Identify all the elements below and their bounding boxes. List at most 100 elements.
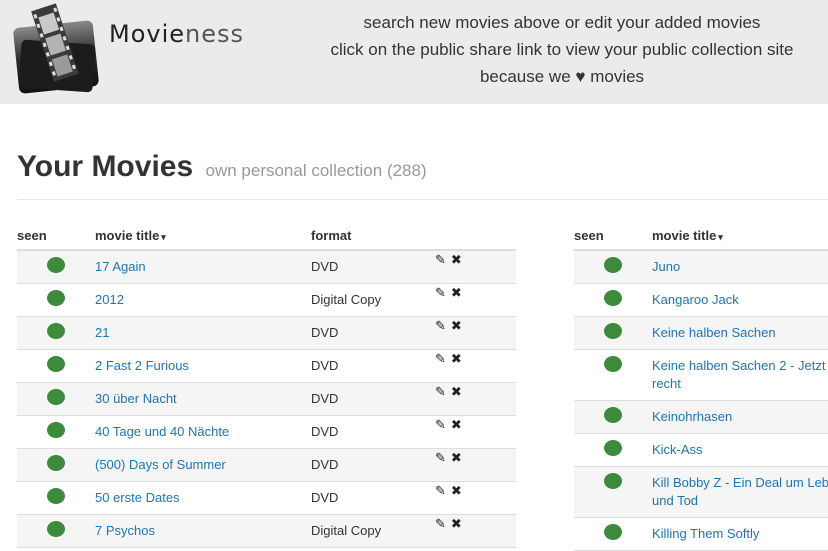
column-header-seen: seen: [17, 221, 95, 251]
edit-pencil-icon[interactable]: ✎: [435, 284, 446, 302]
edit-pencil-icon[interactable]: ✎: [435, 383, 446, 401]
seen-status-indicator[interactable]: [47, 488, 65, 504]
table-row: 50 erste Dates DVD ✎ ✖: [17, 481, 516, 515]
actions-cell: ✎ ✖: [435, 514, 516, 548]
title-cell: Kill Bobby Z - Ein Deal um Leben und Tod: [652, 466, 828, 518]
sort-down-icon[interactable]: ▾: [718, 232, 723, 242]
edit-pencil-icon[interactable]: ✎: [435, 251, 446, 269]
column-header-title-label: movie title: [95, 227, 160, 243]
seen-status-indicator[interactable]: [47, 290, 65, 306]
edit-pencil-icon[interactable]: ✎: [435, 482, 446, 500]
table-row: 7 Psychos Digital Copy ✎ ✖: [17, 514, 516, 548]
page-title-text: Your Movies: [17, 150, 194, 183]
table-row: 40 Tage und 40 Nächte DVD ✎ ✖: [17, 415, 516, 449]
delete-x-icon[interactable]: ✖: [451, 383, 462, 401]
seen-status-indicator[interactable]: [604, 407, 622, 423]
delete-x-icon[interactable]: ✖: [451, 284, 462, 302]
table-header-row: seen movie title ▾ format: [17, 221, 516, 251]
movie-title-link[interactable]: 17 Again: [95, 251, 311, 283]
movie-title-link[interactable]: Juno: [652, 251, 828, 283]
title-cell: Keine halben Sachen 2 - Jetzt erst recht: [652, 349, 828, 401]
movie-title-link[interactable]: Kick-Ass: [652, 434, 828, 466]
seen-status-indicator[interactable]: [47, 356, 65, 372]
delete-x-icon[interactable]: ✖: [451, 416, 462, 434]
delete-x-icon[interactable]: ✖: [451, 449, 462, 467]
title-cell: Juno: [652, 249, 828, 284]
sort-down-icon[interactable]: ▾: [161, 232, 166, 242]
seen-status-indicator[interactable]: [604, 440, 622, 456]
movie-format: DVD: [311, 490, 339, 505]
edit-pencil-icon[interactable]: ✎: [435, 317, 446, 335]
movie-format: Digital Copy: [311, 292, 382, 307]
seen-cell: [17, 382, 95, 416]
movie-title-link[interactable]: 40 Tage und 40 Nächte: [95, 416, 311, 448]
table-row: Kick-Ass: [574, 433, 828, 467]
seen-cell: [574, 400, 652, 434]
seen-status-indicator[interactable]: [47, 323, 65, 339]
page-title: Your Movies own personal collection (288…: [17, 150, 427, 184]
page-subtitle: own personal collection (288): [205, 161, 427, 180]
movieness-logo-icon[interactable]: [12, 2, 108, 98]
logo-text-rest: ness: [185, 20, 245, 48]
table-row: Keinohrhasen: [574, 400, 828, 434]
movie-title-link[interactable]: Keine halben Sachen: [652, 317, 828, 349]
seen-status-indicator[interactable]: [604, 290, 622, 306]
actions-cell: ✎ ✖: [435, 481, 516, 515]
seen-status-indicator[interactable]: [47, 455, 65, 471]
column-header-title[interactable]: movie title ▾: [95, 221, 311, 251]
tagline-line-3: because we ♥ movies: [479, 67, 645, 86]
title-cell: Killing Them Softly: [652, 517, 828, 551]
seen-status-indicator[interactable]: [604, 473, 622, 489]
movie-title-link[interactable]: Keinohrhasen: [652, 401, 828, 433]
seen-status-indicator[interactable]: [47, 521, 65, 537]
movie-title-link[interactable]: 7 Psychos: [95, 515, 311, 547]
seen-status-indicator[interactable]: [604, 323, 622, 339]
title-cell: Kangaroo Jack: [652, 283, 828, 317]
title-cell: 2 Fast 2 Furious: [95, 349, 311, 383]
seen-status-indicator[interactable]: [47, 389, 65, 405]
seen-cell: [574, 466, 652, 518]
title-cell: 50 erste Dates: [95, 481, 311, 515]
column-header-title[interactable]: movie title ▾: [652, 221, 828, 251]
movie-format: DVD: [311, 358, 339, 373]
app-logo-text[interactable]: Movieness: [109, 20, 244, 48]
title-cell: Kick-Ass: [652, 433, 828, 467]
table-row: Juno: [574, 249, 828, 284]
actions-cell: ✎ ✖: [435, 349, 516, 383]
edit-pencil-icon[interactable]: ✎: [435, 350, 446, 368]
movie-format: DVD: [311, 325, 339, 340]
delete-x-icon[interactable]: ✖: [451, 515, 462, 533]
movie-title-link[interactable]: 2012: [95, 284, 311, 316]
movie-title-link[interactable]: 30 über Nacht: [95, 383, 311, 415]
app-header: Movieness search new movies above or edi…: [0, 0, 828, 104]
delete-x-icon[interactable]: ✖: [451, 317, 462, 335]
movie-title-link[interactable]: 21: [95, 317, 311, 349]
seen-status-indicator[interactable]: [604, 524, 622, 540]
movie-title-link[interactable]: Kangaroo Jack: [652, 284, 828, 316]
delete-x-icon[interactable]: ✖: [451, 482, 462, 500]
delete-x-icon[interactable]: ✖: [451, 251, 462, 269]
edit-pencil-icon[interactable]: ✎: [435, 416, 446, 434]
movie-title-link[interactable]: Kill Bobby Z - Ein Deal um Leben und Tod: [652, 467, 828, 517]
table-row: 21 DVD ✎ ✖: [17, 316, 516, 350]
format-cell: DVD: [311, 316, 435, 350]
edit-pencil-icon[interactable]: ✎: [435, 449, 446, 467]
format-cell: Digital Copy: [311, 283, 435, 317]
movie-title-link[interactable]: Killing Them Softly: [652, 518, 828, 550]
movie-title-link[interactable]: Keine halben Sachen 2 - Jetzt erst recht: [652, 350, 828, 400]
edit-pencil-icon[interactable]: ✎: [435, 515, 446, 533]
seen-cell: [17, 249, 95, 284]
delete-x-icon[interactable]: ✖: [451, 350, 462, 368]
seen-cell: [17, 349, 95, 383]
format-cell: DVD: [311, 415, 435, 449]
movie-title-link[interactable]: (500) Days of Summer: [95, 449, 311, 481]
seen-status-indicator[interactable]: [604, 257, 622, 273]
format-cell: DVD: [311, 382, 435, 416]
seen-status-indicator[interactable]: [47, 257, 65, 273]
table-row: Keine halben Sachen 2 - Jetzt erst recht: [574, 349, 828, 401]
tagline-line-1: search new movies above or edit your add…: [363, 13, 761, 32]
seen-status-indicator[interactable]: [47, 422, 65, 438]
movie-title-link[interactable]: 2 Fast 2 Furious: [95, 350, 311, 382]
movie-title-link[interactable]: 50 erste Dates: [95, 482, 311, 514]
seen-status-indicator[interactable]: [604, 356, 622, 372]
